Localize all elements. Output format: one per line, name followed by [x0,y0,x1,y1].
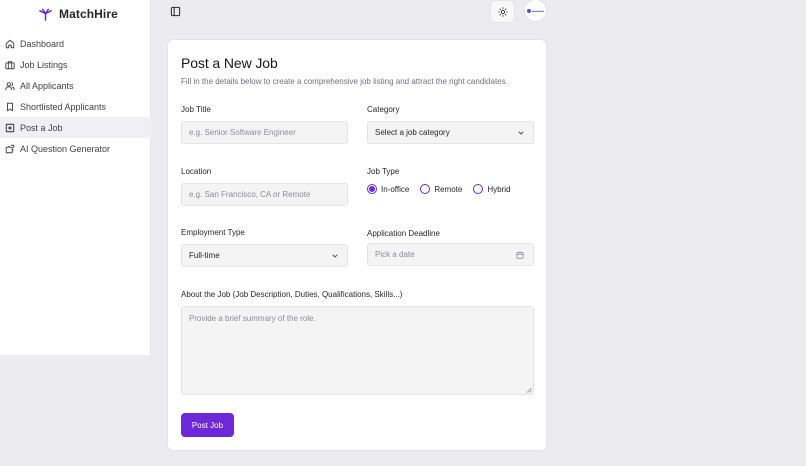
location-placeholder: e.g. San Francisco, CA or Remote [189,190,311,199]
sidebar-nav: Dashboard Job Listings All Applicants Sh… [0,33,151,159]
sun-icon [497,6,508,17]
page-title: Post a New Job [181,55,278,71]
about-job-textarea[interactable]: Provide a brief summary of the role. [181,306,534,395]
puzzle-icon [5,144,15,153]
theme-toggle-button[interactable] [490,0,515,23]
radio-label: Hybrid [487,184,511,194]
avatar-logo-icon [527,8,531,13]
job-type-label: Job Type [367,167,400,176]
sidebar-item-label: Shortlisted Applicants [20,101,107,112]
category-select[interactable]: Select a job category [367,121,534,144]
sidebar-toggle-button[interactable] [169,5,182,18]
sidebar-item-post-a-job[interactable]: Post a Job [0,117,151,138]
job-title-input[interactable]: e.g. Senior Software Engineer [181,121,348,144]
bookmark-icon [7,102,13,111]
deadline-placeholder: Pick a date [375,250,415,259]
sidebar-item-job-listings[interactable]: Job Listings [0,54,151,75]
sidebar-item-label: All Applicants [20,80,74,91]
radio-label: Remote [434,184,463,194]
home-icon [5,39,15,48]
sidebar-item-shortlisted-applicants[interactable]: Shortlisted Applicants [0,96,151,117]
employment-type-label: Employment Type [181,228,245,237]
radio-label: In-office [381,184,410,194]
avatar-logo-mark: ▬▬▬ [532,8,544,13]
job-type-radio-group: In-office Remote Hybrid [367,183,521,195]
post-job-button[interactable]: Post Job [181,413,234,437]
post-job-card: Post a New Job Fill in the details below… [167,39,547,451]
brand-logo[interactable]: MatchHire [38,7,118,21]
about-job-label: About the Job (Job Description, Duties, … [181,290,403,299]
radio-unchecked-icon [420,184,431,194]
sidebar-item-dashboard[interactable]: Dashboard [0,33,151,54]
sidebar-item-ai-question-generator[interactable]: AI Question Generator [0,138,151,159]
calendar-icon [516,251,524,259]
job-title-label: Job Title [181,105,211,114]
sidebar-item-label: Job Listings [20,59,68,70]
sidebar-toggle-icon [170,6,181,17]
sidebar-item-all-applicants[interactable]: All Applicants [0,75,151,96]
branch-icon [39,8,52,21]
job-title-placeholder: e.g. Senior Software Engineer [189,128,296,137]
about-job-placeholder: Provide a brief summary of the role. [189,314,316,323]
category-label: Category [367,105,400,114]
avatar[interactable]: ▬▬▬ [524,0,547,22]
job-type-option-remote[interactable]: Remote [420,184,462,194]
page-subtitle: Fill in the details below to create a co… [181,77,508,86]
radio-unchecked-icon [473,184,484,194]
job-type-option-hybrid[interactable]: Hybrid [473,184,510,194]
location-label: Location [181,167,212,176]
employment-type-select[interactable]: Full-time [181,244,348,267]
plus-square-icon [5,123,15,132]
radio-checked-icon [367,184,377,194]
sidebar: MatchHire Dashboard Job Listings All App… [0,0,151,355]
users-icon [5,81,15,90]
deadline-label: Application Deadline [367,229,440,238]
employment-type-value: Full-time [189,251,220,260]
brand-name: MatchHire [59,7,118,21]
chevron-down-icon [518,131,524,135]
briefcase-icon [5,60,15,69]
job-type-option-in-office[interactable]: In-office [367,184,409,194]
deadline-date-picker[interactable]: Pick a date [367,243,534,266]
resize-handle-icon[interactable] [526,387,532,393]
location-input[interactable]: e.g. San Francisco, CA or Remote [181,183,348,206]
sidebar-item-label: AI Question Generator [20,143,111,154]
category-value: Select a job category [375,128,450,137]
sidebar-item-label: Post a Job [20,122,63,133]
chevron-down-icon [332,254,338,258]
sidebar-item-label: Dashboard [20,38,65,49]
